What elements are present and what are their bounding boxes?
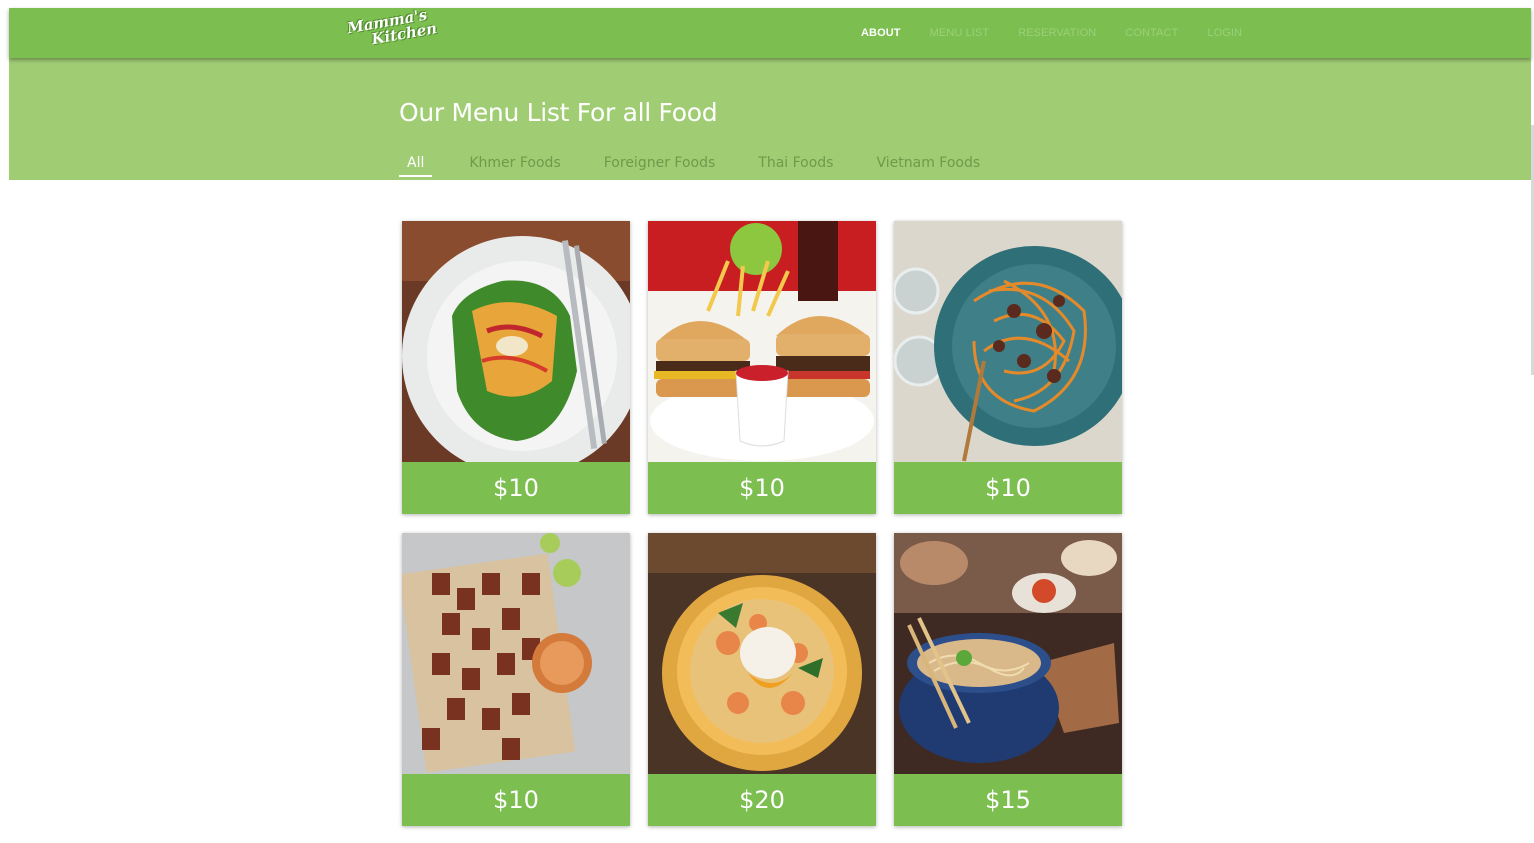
tab-khmer-foods[interactable]: Khmer Foods — [463, 154, 566, 177]
skewers-icon — [402, 533, 630, 774]
amok-icon — [402, 221, 630, 462]
tab-foreigner-foods[interactable]: Foreigner Foods — [598, 154, 722, 177]
price-label: $10 — [402, 774, 630, 826]
nav-link-contact[interactable]: CONTACT — [1125, 27, 1178, 39]
price-label: $10 — [402, 462, 630, 514]
nav-link-about[interactable]: ABOUT — [861, 27, 901, 39]
nav-link-login[interactable]: LOGIN — [1207, 27, 1242, 39]
menu-card[interactable]: $10 — [402, 533, 630, 826]
price-label: $10 — [894, 462, 1122, 514]
nav-link-menu-list[interactable]: MENU LIST — [930, 27, 990, 39]
price-label: $15 — [894, 774, 1122, 826]
top-navbar: Mamma's Kitchen ABOUT MENU LIST RESERVAT… — [9, 6, 1531, 58]
tab-all[interactable]: All — [399, 154, 433, 177]
tab-vietnam-foods[interactable]: Vietnam Foods — [870, 154, 986, 177]
menu-card[interactable]: $10 — [648, 221, 876, 514]
burger-icon — [648, 221, 876, 462]
brand-logo[interactable]: Mamma's Kitchen — [336, 5, 445, 62]
menu-card[interactable]: $10 — [402, 221, 630, 514]
menu-card[interactable]: $15 — [894, 533, 1122, 826]
menu-card[interactable]: $10 — [894, 221, 1122, 514]
menu-card[interactable]: $20 — [648, 533, 876, 826]
price-label: $20 — [648, 774, 876, 826]
tab-thai-foods[interactable]: Thai Foods — [752, 154, 839, 177]
price-label: $10 — [648, 462, 876, 514]
nav-menu: ABOUT MENU LIST RESERVATION CONTACT LOGI… — [861, 8, 1271, 58]
page-header: Our Menu List For all Food All Khmer Foo… — [9, 58, 1531, 180]
noodle-bowl-icon — [894, 533, 1122, 774]
page-title: Our Menu List For all Food — [399, 98, 718, 127]
egg-bowl-icon — [648, 533, 876, 774]
spaghetti-icon — [894, 221, 1122, 462]
nav-link-reservation[interactable]: RESERVATION — [1018, 27, 1096, 39]
filter-tabs: All Khmer Foods Foreigner Foods Thai Foo… — [399, 154, 1017, 177]
